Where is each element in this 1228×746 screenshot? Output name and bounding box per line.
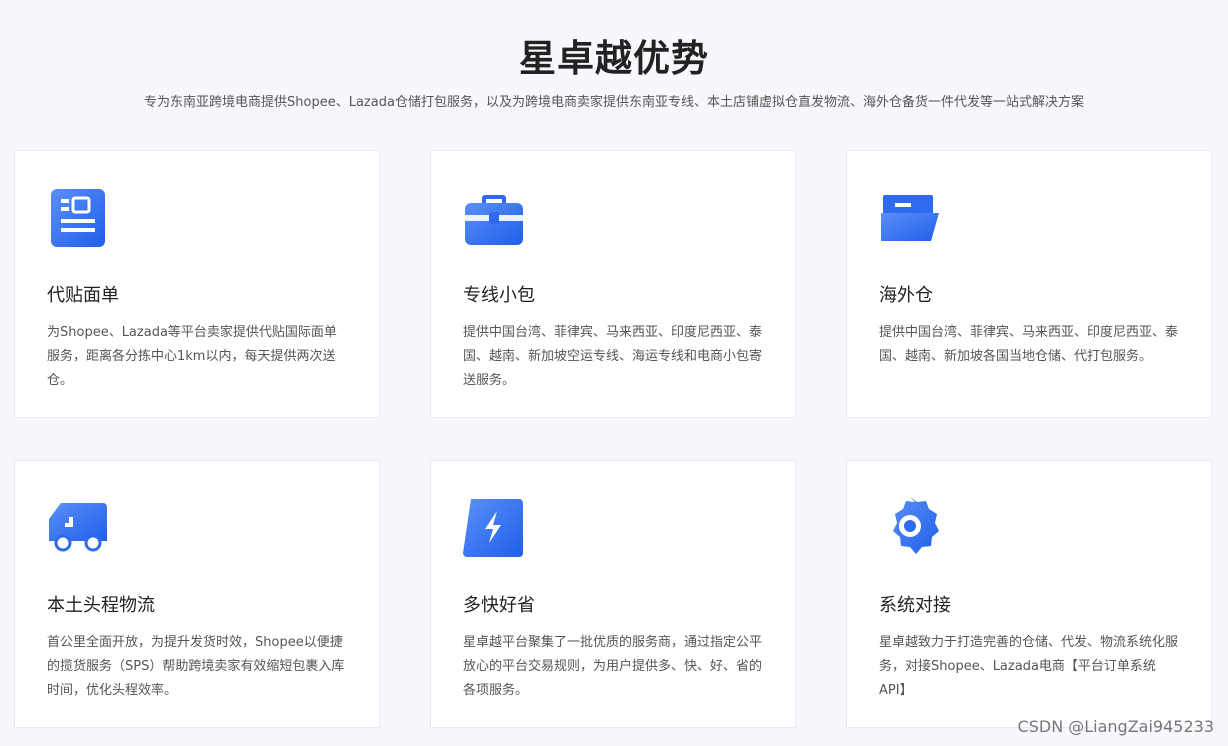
csdn-watermark: CSDN @LiangZai945233 xyxy=(1017,717,1214,736)
card-overseas-warehouse[interactable]: 海外仓 提供中国台湾、菲律宾、马来西亚、印度尼西亚、泰国、越南、新加坡各国当地仓… xyxy=(846,150,1212,418)
truck-icon xyxy=(49,503,107,552)
card-more-faster-better-cheaper[interactable]: 多快好省 星卓越平台聚集了一批优质的服务商，通过指定公平放心的平台交易规则，为用… xyxy=(430,460,796,728)
card-description: 星卓越平台聚集了一批优质的服务商，通过指定公平放心的平台交易规则，为用户提供多、… xyxy=(463,635,763,698)
card-title: 系统对接 xyxy=(879,595,951,616)
card-system-integration[interactable]: 系统对接 星卓越致力于打造完善的仓储、代发、物流系统化服务，对接Shopee、L… xyxy=(846,460,1212,728)
card-description: 为Shopee、Lazada等平台卖家提供代贴国际面单服务，距离各分拣中心1km… xyxy=(47,325,337,388)
card-express-parcel[interactable]: 专线小包 提供中国台湾、菲律宾、马来西亚、印度尼西亚、泰国、越南、新加坡空运专线… xyxy=(430,150,796,418)
card-label-sticking[interactable]: 代贴面单 为Shopee、Lazada等平台卖家提供代贴国际面单服务，距离各分拣… xyxy=(14,150,380,418)
card-description: 提供中国台湾、菲律宾、马来西亚、印度尼西亚、泰国、越南、新加坡空运专线、海运专线… xyxy=(463,325,763,388)
card-title: 海外仓 xyxy=(879,285,933,306)
folder-icon xyxy=(881,195,939,241)
briefcase-icon xyxy=(465,195,523,245)
card-title: 专线小包 xyxy=(463,285,535,306)
card-title: 本土头程物流 xyxy=(47,595,155,616)
page-subtitle: 专为东南亚跨境电商提供Shopee、Lazada仓储打包服务，以及为跨境电商卖家… xyxy=(144,95,1084,110)
gear-icon xyxy=(893,497,939,554)
card-first-mile-logistics[interactable]: 本土头程物流 首公里全面开放，为提升发货时效，Shopee以便捷的揽货服务（SP… xyxy=(14,460,380,728)
document-icon xyxy=(51,189,105,247)
card-description: 星卓越致力于打造完善的仓储、代发、物流系统化服务，对接Shopee、Lazada… xyxy=(879,635,1179,698)
card-title: 代贴面单 xyxy=(47,285,119,306)
page-title: 星卓越优势 xyxy=(519,37,709,80)
card-description: 提供中国台湾、菲律宾、马来西亚、印度尼西亚、泰国、越南、新加坡各国当地仓储、代打… xyxy=(879,325,1179,364)
card-title: 多快好省 xyxy=(463,595,535,616)
lightning-icon xyxy=(463,499,523,557)
card-description: 首公里全面开放，为提升发货时效，Shopee以便捷的揽货服务（SPS）帮助跨境卖… xyxy=(47,635,345,698)
